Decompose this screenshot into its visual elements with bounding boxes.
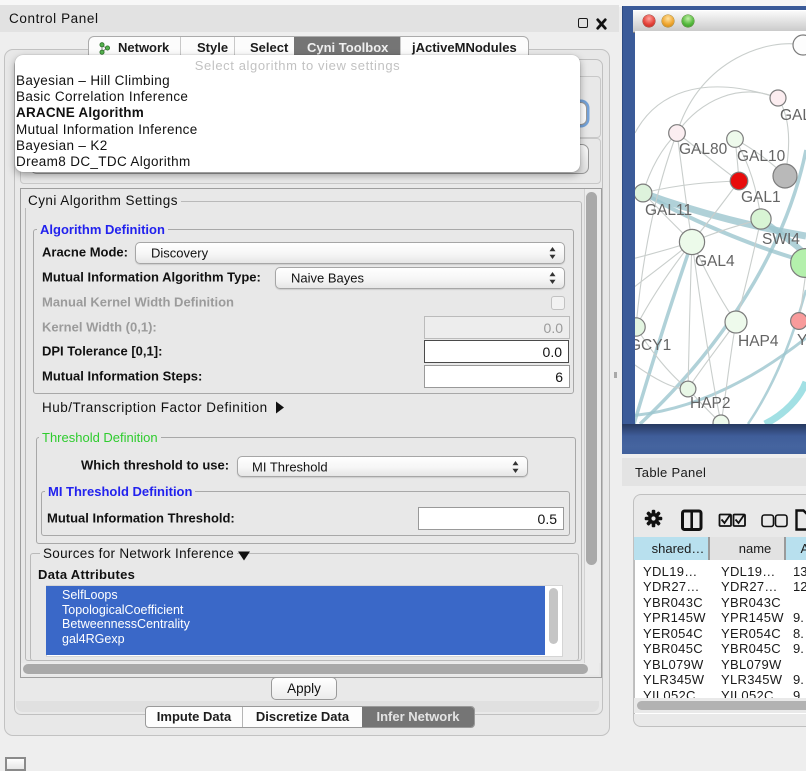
svg-text:GAL10: GAL10 — [737, 148, 786, 165]
svg-text:GAL11: GAL11 — [645, 202, 692, 219]
svg-text:GAL1: GAL1 — [741, 189, 781, 206]
svg-text:GAL80: GAL80 — [679, 141, 728, 158]
svg-text:Y: Y — [797, 332, 806, 349]
svg-text:HAP4: HAP4 — [738, 333, 779, 350]
svg-text:GAL: GAL — [780, 107, 806, 124]
svg-text:SWI4: SWI4 — [762, 231, 800, 248]
svg-text:GCY1: GCY1 — [635, 337, 671, 354]
svg-text:HAP2: HAP2 — [690, 395, 731, 412]
svg-text:GAL4: GAL4 — [695, 253, 735, 270]
